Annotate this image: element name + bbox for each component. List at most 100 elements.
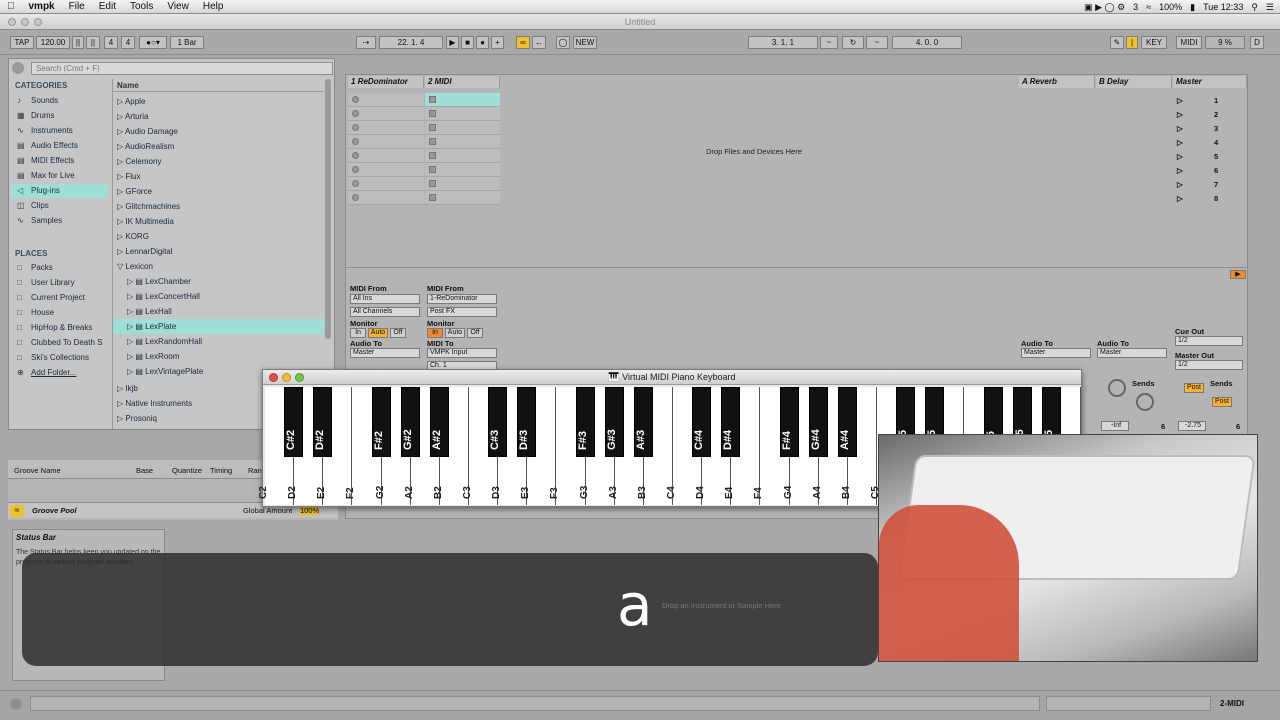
category-audio-effects[interactable]: ▤ Audio Effects xyxy=(11,139,108,153)
global-amount-field[interactable]: 100% xyxy=(300,506,320,515)
audio-to-select-a[interactable]: Master xyxy=(1021,348,1091,358)
automation-arm-icon[interactable]: ∞ xyxy=(516,36,530,49)
clip-slot[interactable] xyxy=(425,149,500,163)
list-item[interactable]: ▷ Apple xyxy=(117,94,145,109)
name-column-header[interactable]: Name xyxy=(113,79,324,92)
monitor-auto-2[interactable]: Auto xyxy=(445,328,465,338)
record-icon[interactable]: ● xyxy=(476,36,489,49)
groove-quantize-col[interactable]: Quantize xyxy=(172,466,202,475)
post-button-2[interactable]: Post xyxy=(1212,397,1232,407)
master-header[interactable]: Master xyxy=(1173,76,1247,88)
piano-black-key[interactable]: G#4 xyxy=(808,387,828,457)
menu-view[interactable]: View xyxy=(160,1,196,12)
piano-black-key[interactable]: D#2 xyxy=(313,387,333,457)
list-item[interactable]: ▷ GForce xyxy=(117,184,152,199)
piano-black-key[interactable]: C#3 xyxy=(488,387,508,457)
list-item[interactable]: ▷ Prosoniq xyxy=(117,411,157,426)
clip-slot[interactable] xyxy=(425,121,500,135)
clip-slot[interactable] xyxy=(348,177,424,191)
clip-slot-selected[interactable] xyxy=(425,93,500,107)
metronome-button[interactable]: ●○▾ xyxy=(139,36,167,49)
category-clips[interactable]: ◫ Clips xyxy=(11,199,108,213)
category-midi-effects[interactable]: ▤ MIDI Effects xyxy=(11,154,108,168)
piano-black-key[interactable]: F#2 xyxy=(371,387,391,457)
monitor-off-2[interactable]: Off xyxy=(467,328,483,338)
midi-channel-select[interactable]: All Channels xyxy=(350,307,420,317)
place-user-library[interactable]: □ User Library xyxy=(11,276,108,290)
audio-to-select[interactable]: Master xyxy=(350,348,420,358)
scene-launch-1[interactable]: ▷ xyxy=(1177,96,1183,105)
clip-slot[interactable] xyxy=(425,163,500,177)
groove-name-col[interactable]: Groove Name xyxy=(14,466,61,475)
track-header-1[interactable]: 1 ReDominator xyxy=(348,76,424,88)
category-drums[interactable]: ▦ Drums xyxy=(11,109,108,123)
scene-launch-4[interactable]: ▷ xyxy=(1177,138,1183,147)
list-item[interactable]: ▷ Glitchmachines xyxy=(117,199,180,214)
clip-slot[interactable] xyxy=(425,107,500,121)
groove-timing-col[interactable]: Timing xyxy=(210,466,232,475)
solo-cue-icon[interactable]: ▶ xyxy=(1230,270,1246,279)
list-item[interactable]: ▷ ▤ LexHall xyxy=(127,304,172,319)
list-item[interactable]: ▷ ▤ LexRandomHall xyxy=(127,334,202,349)
list-item[interactable]: ▷ Audio Damage xyxy=(117,124,178,139)
list-item[interactable]: ▷ Arturia xyxy=(117,109,149,124)
piano-black-key[interactable]: A#2 xyxy=(429,387,449,457)
monitor-in[interactable]: In xyxy=(350,328,366,338)
return-header-a[interactable]: A Reverb xyxy=(1019,76,1095,88)
punch-in-icon[interactable]: ~ xyxy=(820,36,838,49)
master-out-select[interactable]: 1/2 xyxy=(1175,360,1243,370)
apple-icon[interactable]:  xyxy=(0,1,22,12)
song-position[interactable]: 22. 1. 4 xyxy=(379,36,443,49)
return-header-b[interactable]: B Delay xyxy=(1096,76,1172,88)
category-instruments[interactable]: ∿ Instruments xyxy=(11,124,108,138)
list-item[interactable]: ▷ ▤ LexChamber xyxy=(127,274,191,289)
clock[interactable]: Tue 12:33 xyxy=(1203,2,1243,12)
groove-icon[interactable]: ≈ xyxy=(10,505,24,517)
category-max-for-live[interactable]: ▤ Max for Live xyxy=(11,169,108,183)
place-skis[interactable]: □ Ski's Collections xyxy=(11,351,108,365)
list-item[interactable]: ▷ Native Instruments xyxy=(117,396,192,411)
quantization-select[interactable]: 1 Bar xyxy=(170,36,204,49)
piano-black-key[interactable]: D#4 xyxy=(721,387,741,457)
wifi-icon[interactable]: ≈ xyxy=(1146,2,1151,12)
place-hiphop[interactable]: □ HipHop & Breaks xyxy=(11,321,108,335)
midi-from-select-2[interactable]: 1-ReDominator xyxy=(427,294,497,304)
clip-slot[interactable] xyxy=(348,135,424,149)
list-item[interactable]: ▷ ▤ LexRoom xyxy=(127,349,179,364)
list-item[interactable]: ▷ Flux xyxy=(117,169,141,184)
new-button[interactable]: NEW xyxy=(573,36,597,49)
menu-help[interactable]: Help xyxy=(196,1,231,12)
category-samples[interactable]: ∿ Samples xyxy=(11,214,108,228)
piano-black-key[interactable]: A#4 xyxy=(837,387,857,457)
midi-from-select[interactable]: All Ins xyxy=(350,294,420,304)
audio-to-select-b[interactable]: Master xyxy=(1097,348,1167,358)
piano-black-key[interactable]: F#4 xyxy=(779,387,799,457)
place-current-project[interactable]: □ Current Project xyxy=(11,291,108,305)
piano-black-key[interactable]: G#3 xyxy=(604,387,624,457)
piano-black-key[interactable]: C#2 xyxy=(284,387,304,457)
clip-slot[interactable] xyxy=(348,163,424,177)
volume-field-master[interactable]: -2.75 xyxy=(1178,421,1206,431)
monitor-auto[interactable]: Auto xyxy=(368,328,388,338)
post-fx-select[interactable]: Post FX xyxy=(427,307,497,317)
menu-file[interactable]: File xyxy=(62,1,92,12)
app-menu[interactable]: vmpk xyxy=(22,1,62,12)
loop-start[interactable]: 3. 1. 1 xyxy=(748,36,818,49)
list-item[interactable]: ▽ Lexicon xyxy=(117,259,153,274)
list-item[interactable]: ▷ LennarDigital xyxy=(117,244,173,259)
follow-icon[interactable]: ⇢ xyxy=(356,36,376,49)
clip-slot[interactable] xyxy=(425,135,500,149)
nudge-icon[interactable]: || xyxy=(86,36,100,49)
tap-button[interactable]: TAP xyxy=(10,36,34,49)
clip-slot[interactable] xyxy=(348,149,424,163)
list-item[interactable]: ▷ AudioRealism xyxy=(117,139,174,154)
overdub-icon[interactable]: + xyxy=(491,36,504,49)
category-sounds[interactable]: ♪ Sounds xyxy=(11,94,108,108)
search-input[interactable]: Search (Cmd + F) xyxy=(31,62,333,75)
place-packs[interactable]: □ Packs xyxy=(11,261,108,275)
clip-slot[interactable] xyxy=(425,177,500,191)
scene-launch-7[interactable]: ▷ xyxy=(1177,180,1183,189)
list-item-selected[interactable]: ▷ ▤ LexPlate xyxy=(113,319,324,334)
loop-length[interactable]: 4. 0. 0 xyxy=(892,36,962,49)
piano-black-key[interactable]: C#4 xyxy=(692,387,712,457)
